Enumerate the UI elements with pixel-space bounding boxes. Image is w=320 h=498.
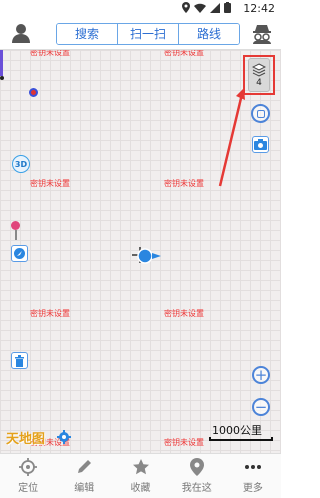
- locate-icon: [19, 458, 38, 476]
- scale-label: 1000公里: [212, 424, 262, 437]
- nav-locate[interactable]: 定位: [0, 454, 56, 498]
- more-icon: [244, 465, 261, 469]
- nav-label: 收藏: [130, 483, 151, 494]
- pin-marker[interactable]: [11, 221, 20, 230]
- map-edge-mark: [0, 50, 3, 76]
- map-view[interactable]: 密钥未设置 密钥未设置 密钥未设置 密钥未设置 密钥未设置 密钥未设置 密钥未设…: [0, 50, 281, 453]
- tile-label: 密钥未设置: [164, 438, 204, 447]
- trash-icon: [15, 354, 24, 367]
- tianditu-logo: 天地图: [6, 432, 46, 447]
- status-bar: 12:42: [0, 0, 281, 17]
- status-time: 12:42: [243, 2, 275, 15]
- tab-scan[interactable]: 扫一扫: [118, 24, 179, 44]
- nav-label: 更多: [242, 483, 263, 494]
- top-tab-group: 搜索 扫一扫 路线: [56, 23, 240, 45]
- status-icons: [182, 2, 231, 13]
- annotation-arrow: [218, 88, 245, 187]
- top-bar: 搜索 扫一扫 路线: [0, 17, 281, 50]
- circle-tool-button[interactable]: [251, 104, 270, 123]
- map-pin-icon: [189, 458, 204, 476]
- nav-edit[interactable]: 编辑: [56, 454, 112, 498]
- 3d-view-button[interactable]: 3D: [12, 155, 30, 173]
- compass-icon: [14, 248, 25, 259]
- tile-label: 密钥未设置: [30, 309, 70, 318]
- scale-bar: [209, 437, 273, 441]
- map-marker[interactable]: [29, 88, 38, 97]
- location-icon: [182, 2, 190, 13]
- star-icon: [132, 459, 149, 475]
- pencil-icon: [78, 460, 92, 473]
- signal-icon: [210, 2, 220, 13]
- tile-label: 密钥未设置: [164, 179, 204, 188]
- compass-button[interactable]: [11, 245, 28, 262]
- nav-label: 我在这: [181, 483, 212, 494]
- camera-button[interactable]: [252, 136, 269, 153]
- settings-gear-icon[interactable]: [57, 430, 71, 444]
- bottom-nav: 定位 编辑 收藏 我在这 更多: [0, 453, 281, 498]
- battery-icon: [224, 2, 231, 13]
- incognito-user-icon[interactable]: [251, 22, 273, 44]
- current-location-icon: [137, 248, 161, 264]
- square-outline-icon: [256, 109, 265, 118]
- tab-search[interactable]: 搜索: [57, 24, 118, 44]
- tile-label: 密钥未设置: [30, 50, 70, 57]
- map-edge-dot: [0, 76, 4, 80]
- tile-label: 密钥未设置: [30, 179, 70, 188]
- zoom-out-button[interactable]: −: [252, 398, 270, 416]
- zoom-in-button[interactable]: +: [252, 366, 270, 384]
- nav-i-am-here[interactable]: 我在这: [169, 454, 225, 498]
- user-avatar-icon[interactable]: [10, 22, 32, 44]
- camera-icon: [254, 139, 267, 150]
- wifi-icon: [194, 3, 206, 13]
- pin-stem: [15, 230, 17, 240]
- nav-more[interactable]: 更多: [225, 454, 281, 498]
- tab-route[interactable]: 路线: [179, 24, 239, 44]
- nav-favorites[interactable]: 收藏: [112, 454, 168, 498]
- delete-button[interactable]: [11, 352, 28, 369]
- tile-label: 密钥未设置: [164, 309, 204, 318]
- nav-label: 编辑: [74, 483, 95, 494]
- tile-label: 密钥未设置: [164, 50, 204, 57]
- nav-label: 定位: [18, 483, 39, 494]
- 3d-icon: 3D: [14, 159, 28, 169]
